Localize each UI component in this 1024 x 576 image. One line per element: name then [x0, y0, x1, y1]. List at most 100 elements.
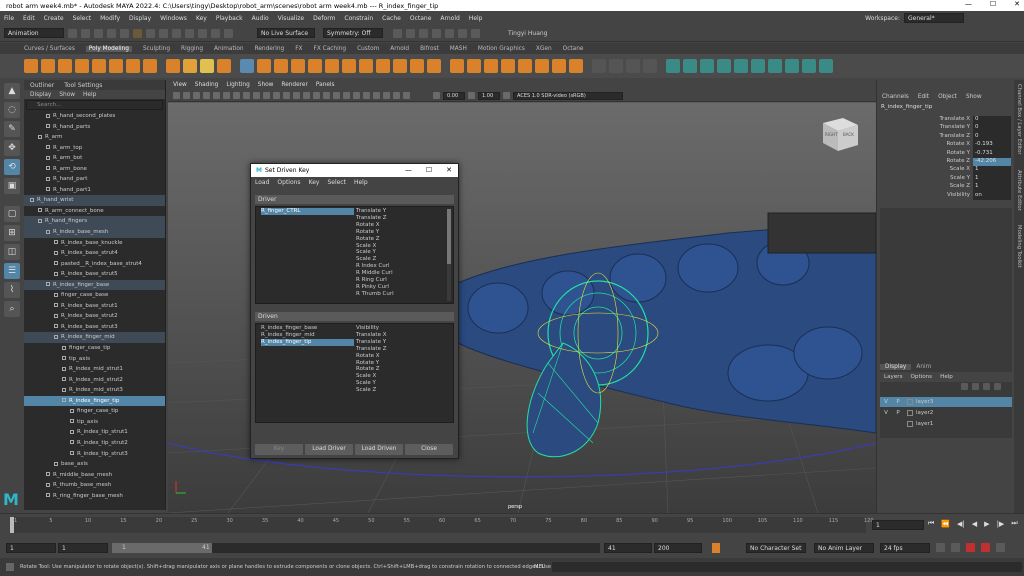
symmetry-dropdown[interactable]: Symmetry: Off [323, 28, 383, 38]
channel-value-field[interactable]: 0 [973, 116, 1011, 125]
shelf-tab-curves-surfaces[interactable]: Curves / Surfaces [24, 46, 75, 52]
outliner-item[interactable]: R_hand_part1 [24, 185, 165, 196]
outliner-item[interactable]: base_axis [24, 459, 165, 470]
channel-value-field[interactable]: 0 [973, 124, 1011, 133]
driver-attribute-item[interactable]: Translate Y [356, 208, 444, 215]
maximize-button[interactable]: ☐ [990, 0, 996, 8]
channel-value-field[interactable]: -0.193 [973, 141, 1011, 150]
shelf-tab-arnold[interactable]: Arnold [390, 46, 409, 52]
dialog-menu-help[interactable]: Help [354, 179, 368, 186]
shelf-tab-xgen[interactable]: XGen [536, 46, 552, 52]
poly-disc-icon[interactable] [126, 59, 140, 73]
outliner-item[interactable]: finger_case_tip [24, 343, 165, 354]
automatic-uv-icon[interactable] [609, 59, 623, 73]
outliner-item[interactable]: R_index_base_strut1 [24, 301, 165, 312]
triangulate-icon[interactable] [717, 59, 731, 73]
outliner-item[interactable]: R_hand_second_plates [24, 111, 165, 122]
outliner-item[interactable]: R_ring_finger_base_mesh [24, 491, 165, 502]
menu-modify[interactable]: Modify [100, 15, 120, 22]
viewport-menu-show[interactable]: Show [258, 82, 274, 88]
driver-list[interactable]: R_finger_CTRL Translate Y Translate Z Rota… [255, 206, 454, 304]
render-icon[interactable] [419, 28, 428, 38]
render-view-icon[interactable] [406, 28, 415, 38]
driver-attributes-list[interactable]: Translate Y Translate Z Rotate X Rotate Y Ro… [356, 208, 444, 298]
viewport-menu-lighting[interactable]: Lighting [226, 82, 249, 88]
layer-visibility-toggle[interactable]: V [880, 410, 892, 416]
key-filter-icon[interactable] [966, 543, 975, 552]
redo-icon[interactable] [120, 28, 129, 38]
layer-move-down-icon[interactable] [972, 383, 979, 390]
viewport-menu-renderer[interactable]: Renderer [281, 82, 307, 88]
layer-menu-options[interactable]: Options [911, 374, 933, 380]
anti-aliasing-icon[interactable] [353, 92, 360, 99]
play-backward-icon[interactable]: ◀ [972, 520, 977, 528]
driver-attribute-item[interactable]: Rotate Z [356, 236, 444, 243]
driven-attribute-item[interactable]: Rotate Z [356, 366, 444, 373]
animation-start-field[interactable]: 1 [6, 543, 56, 553]
move-tool-icon[interactable]: ✥ [4, 140, 20, 156]
channel-menu-channels[interactable]: Channels [882, 94, 909, 100]
menu-file[interactable]: File [4, 15, 14, 22]
character-set-dropdown[interactable]: No Character Set [746, 543, 806, 553]
step-forward-frame-icon[interactable]: |▶ [997, 520, 1005, 528]
driven-attribute-item[interactable]: Scale X [356, 373, 444, 380]
menu-octane[interactable]: Octane [410, 15, 432, 22]
outliner-item[interactable]: R_hand_fingers [24, 216, 165, 228]
shelf-tab-octane[interactable]: Octane [563, 46, 584, 52]
quadrangulate-icon[interactable] [734, 59, 748, 73]
outliner-item[interactable]: R_thumb_base_mesh [24, 480, 165, 491]
side-tab-channel-box[interactable]: Channel Box / Layer Editor [1016, 84, 1022, 155]
command-line-input[interactable] [552, 562, 1022, 572]
outliner-item[interactable]: R_hand_wrist [24, 195, 165, 206]
layer-move-up-icon[interactable] [961, 383, 968, 390]
outliner-item[interactable]: R_index_tip_strut2 [24, 438, 165, 449]
bridge-icon[interactable] [342, 59, 356, 73]
user-account[interactable]: Tingyi Huang [508, 30, 548, 37]
ambient-occlusion-icon[interactable] [333, 92, 340, 99]
outliner-item[interactable]: R_hand_parts [24, 122, 165, 133]
layer-menu-layers[interactable]: Layers [884, 374, 903, 380]
display-layer-row[interactable]: V Player3 [880, 397, 1012, 407]
render-settings-icon[interactable] [445, 28, 454, 38]
layer-color-swatch[interactable] [907, 410, 913, 416]
reduce-icon[interactable] [683, 59, 697, 73]
close-button[interactable]: ✕ [1014, 0, 1020, 8]
driver-objects-list[interactable]: R_finger_CTRL [261, 208, 354, 215]
poly-cone-icon[interactable] [75, 59, 89, 73]
channel-value-field[interactable]: 0 [973, 132, 1011, 142]
driven-object-item[interactable]: R_index_finger_base [261, 325, 354, 332]
field-chart-icon[interactable] [243, 92, 250, 99]
collapse-icon[interactable] [552, 59, 566, 73]
poke-icon[interactable] [501, 59, 515, 73]
poly-sphere-icon[interactable] [24, 59, 38, 73]
gate-mask-icon[interactable] [233, 92, 240, 99]
outliner-item[interactable]: R_index_finger_base [24, 279, 165, 291]
outliner-item[interactable]: R_arm_bone [24, 164, 165, 175]
sound-icon[interactable] [951, 543, 960, 552]
channel-name[interactable]: Scale Y [877, 175, 973, 183]
film-gate-icon[interactable] [213, 92, 220, 99]
live-surface-field[interactable]: No Live Surface [257, 28, 315, 38]
select-by-component-icon[interactable] [159, 28, 168, 38]
layer-visibility-toggle[interactable]: V [880, 399, 892, 405]
open-scene-icon[interactable] [81, 28, 90, 38]
menu-edit[interactable]: Edit [23, 15, 35, 22]
menu-select[interactable]: Select [73, 15, 92, 22]
channel-name[interactable]: Rotate Y [877, 150, 973, 158]
shadows-icon[interactable] [323, 92, 330, 99]
loop-icon[interactable] [936, 543, 945, 552]
range-slider[interactable]: 1 41 [112, 543, 600, 553]
driver-attribute-item[interactable]: Scale X [356, 243, 444, 250]
extrude-icon[interactable] [325, 59, 339, 73]
go-to-start-icon[interactable]: ⏮ [928, 519, 934, 528]
arnold-render-icon[interactable] [471, 28, 480, 38]
time-slider[interactable]: 1 5 10 15 20 25 30 35 40 45 50 55 60 65 70 75 80 85 90 95 10… [0, 513, 1024, 535]
new-scene-icon[interactable] [68, 28, 77, 38]
menu-constrain[interactable]: Constrain [344, 15, 373, 22]
scale-tool-icon[interactable]: ▣ [4, 178, 20, 194]
outliner-item[interactable]: pasted__R_index_base_strut4 [24, 259, 165, 270]
dialog-menu-select[interactable]: Select [327, 179, 346, 186]
dialog-minimize-button[interactable]: — [405, 166, 412, 174]
graph-editor-layout-icon[interactable]: ⌇ [4, 282, 20, 298]
select-tool-icon[interactable]: ▲ [4, 83, 20, 99]
